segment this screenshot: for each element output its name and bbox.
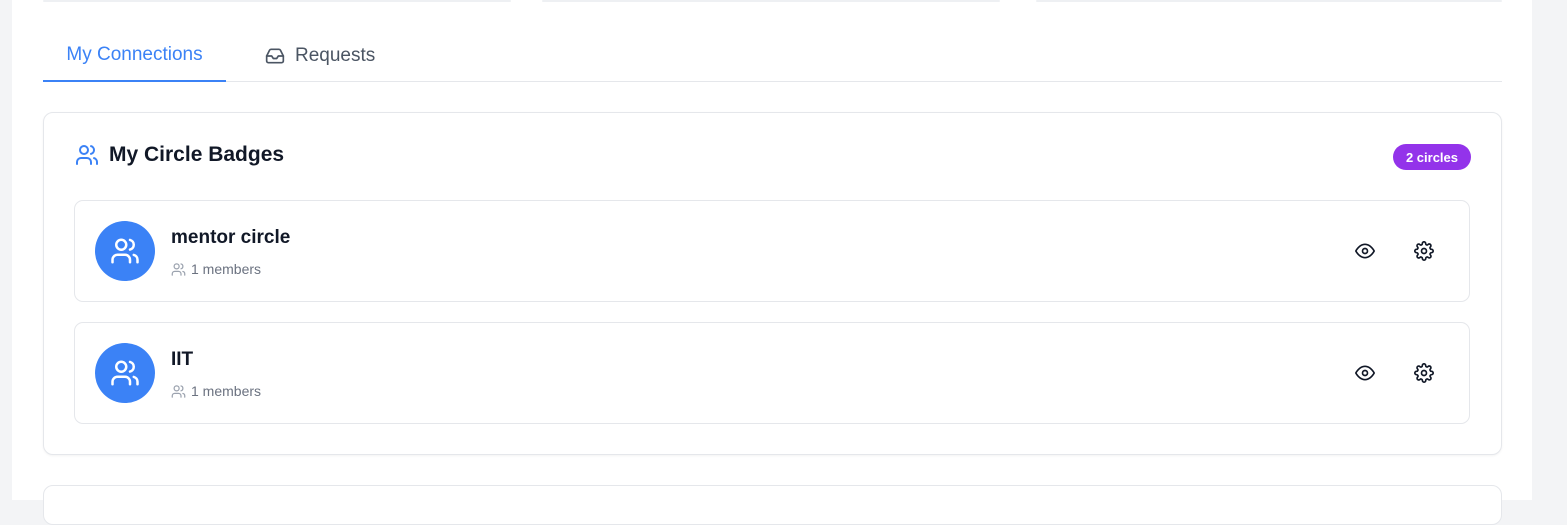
gear-icon — [1414, 363, 1434, 383]
circle-member-count: 1 members — [171, 383, 261, 399]
circle-member-count-label: 1 members — [191, 383, 262, 399]
users-icon — [171, 262, 186, 276]
eye-icon — [1355, 365, 1375, 381]
circle-member-count-label: 1 members — [191, 261, 262, 277]
users-icon — [76, 145, 98, 165]
tab-my-connections[interactable]: My Connections — [43, 30, 226, 82]
tab-requests[interactable]: Requests — [265, 30, 375, 81]
top-divider-strip — [12, 0, 1532, 2]
circle-avatar — [95, 221, 155, 281]
card-title: My Circle Badges — [109, 143, 285, 166]
circle-item[interactable]: mentor circle 1 members — [74, 200, 1470, 302]
page: My Connections Requests My Circle Badges… — [12, 0, 1532, 525]
circle-avatar — [95, 343, 155, 403]
circle-name: IIT — [171, 349, 194, 370]
view-circle-button[interactable] — [1351, 237, 1379, 265]
users-icon — [111, 360, 139, 386]
circle-badges-card: My Circle Badges 2 circles mentor circle — [43, 112, 1502, 455]
next-section-card — [43, 485, 1502, 525]
circle-settings-button[interactable] — [1410, 359, 1438, 387]
card-header: My Circle Badges — [75, 143, 284, 167]
tab-my-connections-label: My Connections — [66, 44, 203, 65]
view-circle-button[interactable] — [1351, 359, 1379, 387]
circle-item[interactable]: IIT 1 members — [74, 322, 1470, 424]
inbox-icon — [265, 48, 285, 64]
tab-requests-label: Requests — [295, 44, 376, 66]
gear-icon — [1414, 241, 1434, 261]
users-icon — [111, 238, 139, 264]
circle-count-badge: 2 circles — [1392, 144, 1471, 170]
circle-settings-button[interactable] — [1410, 237, 1438, 265]
users-icon — [171, 384, 186, 398]
eye-icon — [1355, 243, 1375, 259]
circle-member-count: 1 members — [171, 261, 261, 277]
circle-name: mentor circle — [171, 227, 291, 248]
tab-bar: My Connections Requests — [43, 30, 1502, 82]
